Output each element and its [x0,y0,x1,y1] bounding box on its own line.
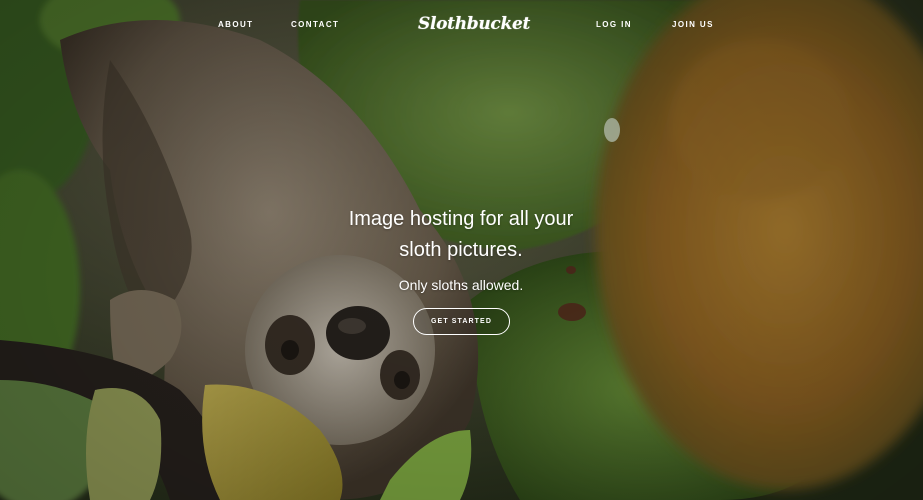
top-navigation: ABOUT CONTACT Slothbucket LOG IN JOIN US [0,0,923,52]
hero-headline-line-1: Image hosting for all your [348,208,574,230]
nav-link-log-in[interactable]: LOG IN [596,20,632,29]
hero-headline-line-2: sloth pictures. [399,239,523,261]
hero-headline: Image hosting for all your sloth pictures… [311,204,611,266]
hero-section: ABOUT CONTACT Slothbucket LOG IN JOIN US… [0,0,923,500]
brand-logo[interactable]: Slothbucket [418,14,530,34]
nav-link-about[interactable]: ABOUT [218,20,253,29]
nav-link-contact[interactable]: CONTACT [291,20,339,29]
hero-subheadline: Only sloths allowed. [398,277,524,293]
nav-link-join-us[interactable]: JOIN US [672,20,714,29]
get-started-button[interactable]: GET STARTED [413,308,510,335]
